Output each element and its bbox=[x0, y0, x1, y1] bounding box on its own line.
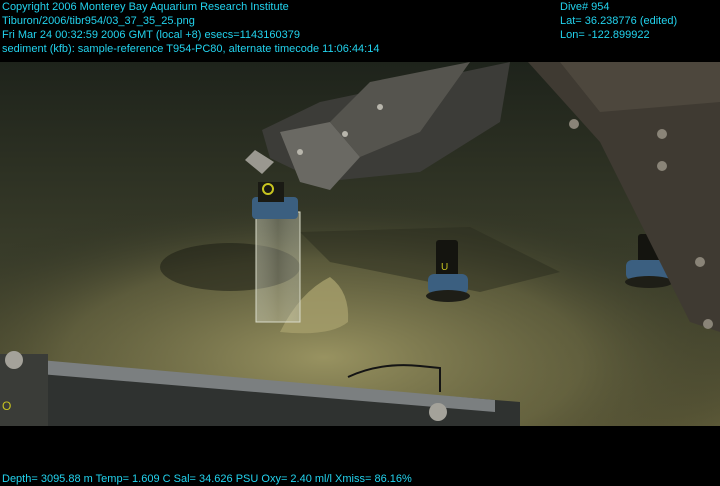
svg-text:U: U bbox=[441, 262, 448, 273]
svg-text:O: O bbox=[2, 399, 11, 413]
copyright-text: Copyright 2006 Monterey Bay Aquarium Res… bbox=[2, 1, 289, 13]
longitude-text: Lon= -122.899922 bbox=[560, 29, 650, 41]
latitude-text: Lat= 36.238776 (edited) bbox=[560, 15, 678, 27]
sensor-readout-overlay: Depth= 3095.88 m Temp= 1.609 C Sal= 34.6… bbox=[2, 472, 412, 486]
sensor-readout-text: Depth= 3095.88 m Temp= 1.609 C Sal= 34.6… bbox=[2, 473, 412, 485]
seafloor-scene: U O bbox=[0, 62, 720, 426]
sediment-text: sediment (kfb): sample-reference T954-PC… bbox=[2, 43, 380, 55]
file-path-text: Tiburon/2006/tibr954/03_37_35_25.png bbox=[2, 15, 195, 27]
dive-number-text: Dive# 954 bbox=[560, 1, 610, 13]
datetime-text: Fri Mar 24 00:32:59 2006 GMT (local +8) … bbox=[2, 29, 300, 41]
push-core-held bbox=[252, 182, 301, 323]
header-left-overlay: Copyright 2006 Monterey Bay Aquarium Res… bbox=[2, 0, 379, 56]
header-right-overlay: Dive# 954 Lat= 36.238776 (edited) Lon= -… bbox=[560, 0, 677, 42]
